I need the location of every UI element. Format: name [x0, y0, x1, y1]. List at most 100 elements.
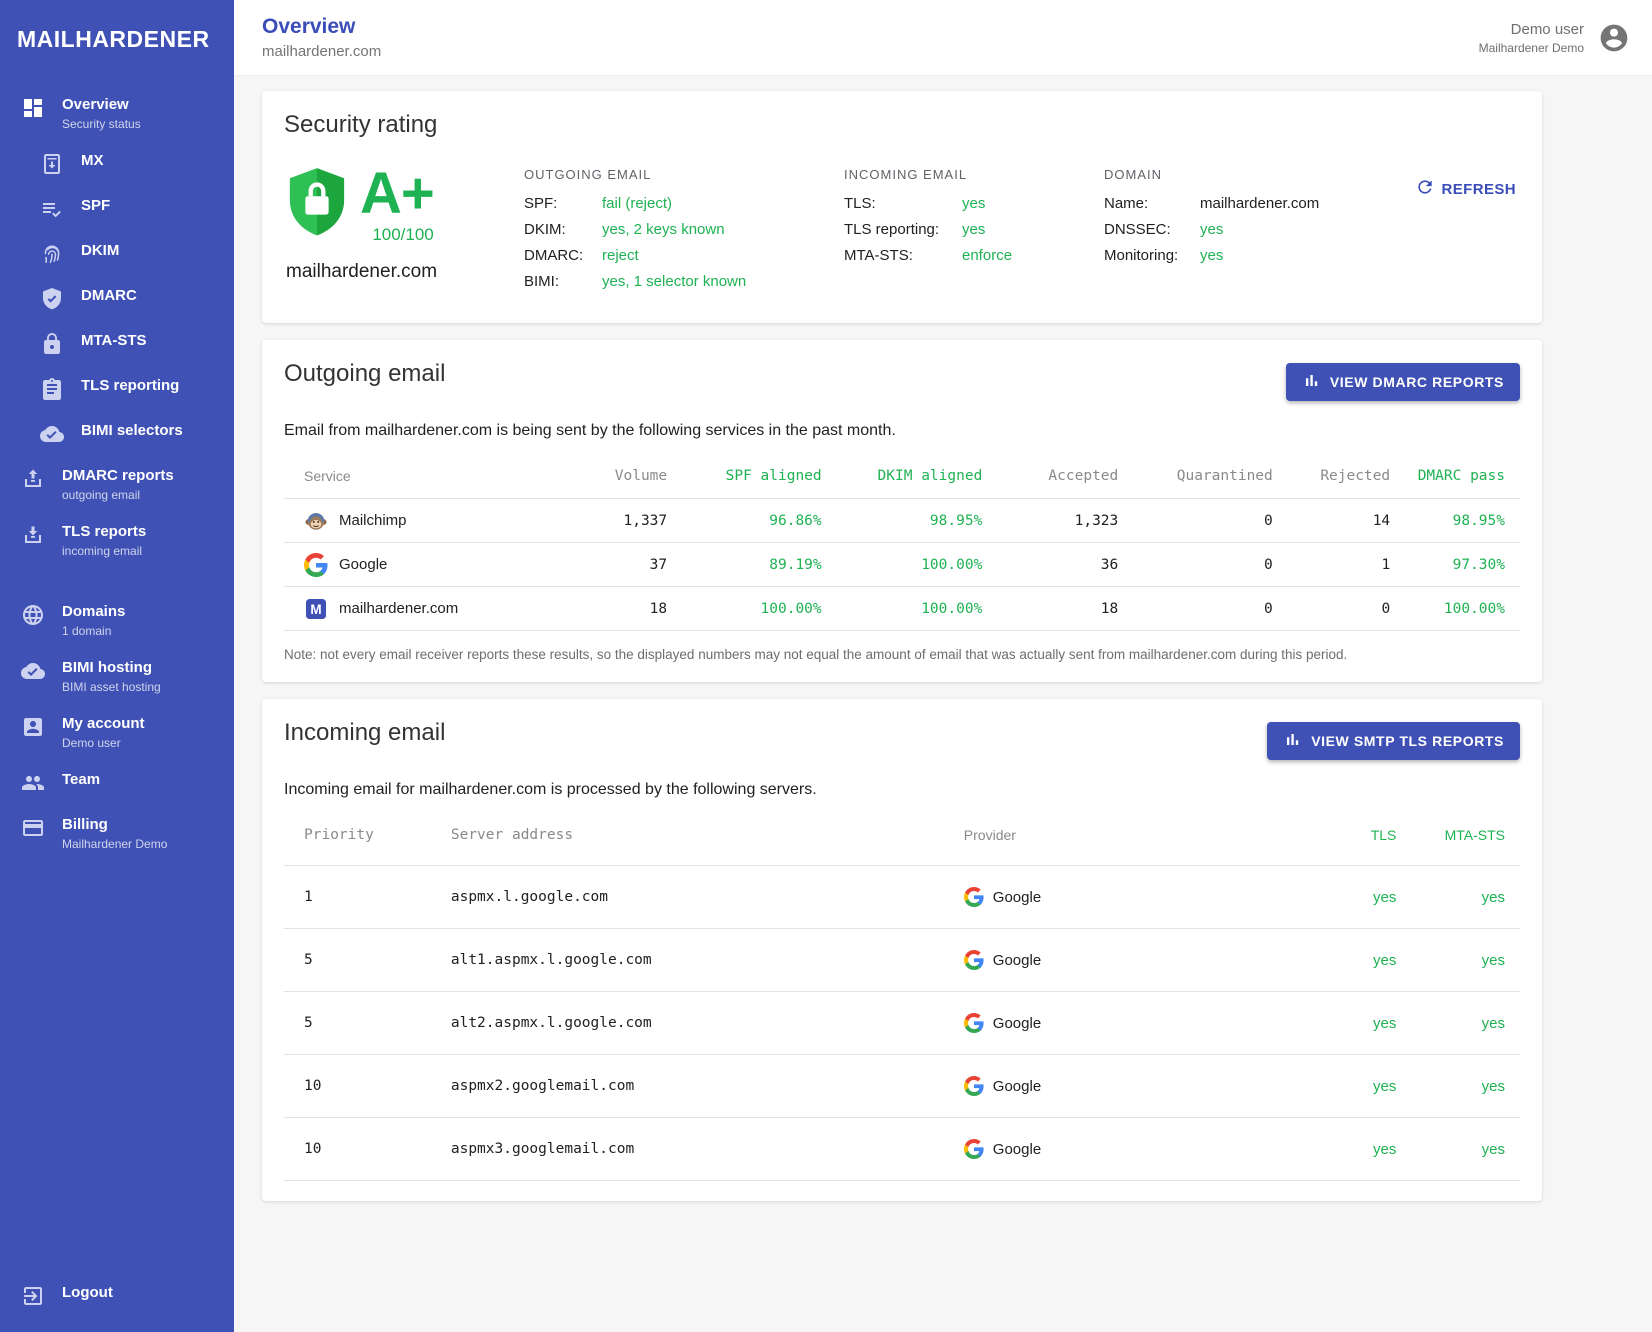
sidebar-item-text: TLS reportsincoming email	[62, 522, 146, 558]
google-icon	[304, 553, 328, 577]
column-header-provider: Provider	[964, 815, 1285, 866]
view-dmarc-reports-button[interactable]: VIEW DMARC REPORTS	[1286, 363, 1520, 401]
cell-priority: 10	[284, 1118, 451, 1181]
sidebar-item-spf[interactable]: SPF	[0, 186, 234, 231]
cell-server: aspmx2.googlemail.com	[451, 1055, 964, 1118]
sidebar-item-tls-reports[interactable]: TLS reportsincoming email	[0, 512, 234, 568]
sidebar-item-bimi-hosting[interactable]: BIMI hostingBIMI asset hosting	[0, 648, 234, 704]
security-domain: mailhardener.com	[286, 261, 524, 283]
sidebar-item-label: TLS reporting	[81, 376, 179, 396]
cell-dmarc_pass: 97.30%	[1390, 543, 1520, 587]
column-header-service: Service	[284, 456, 544, 499]
google-icon	[964, 950, 984, 970]
sidebar-item-bimi-selectors[interactable]: BIMI selectors	[0, 411, 234, 456]
sidebar-item-dmarc[interactable]: DMARC	[0, 276, 234, 321]
sidebar: MAILHARDENER OverviewSecurity statusMXSP…	[0, 0, 234, 1332]
sidebar-item-label: DMARC reports	[62, 466, 174, 486]
column-header-dmarc-pass: DMARC pass	[1390, 456, 1520, 499]
outbox-icon	[21, 467, 45, 491]
security-info-row: DMARC:reject	[524, 243, 844, 269]
info-value: yes, 2 keys known	[602, 217, 725, 243]
cell-spf_aligned: 100.00%	[667, 587, 822, 631]
shield-check-icon	[40, 287, 64, 311]
security-info-row: TLS reporting:yes	[844, 217, 1104, 243]
refresh-button[interactable]: REFRESH	[1415, 177, 1516, 201]
column-header-spf-aligned: SPF aligned	[667, 456, 822, 499]
bar-chart-icon	[1283, 730, 1302, 752]
cell-service: Mmailhardener.com	[284, 587, 544, 631]
sidebar-item-label: DKIM	[81, 241, 119, 261]
info-label: Monitoring:	[1104, 243, 1200, 269]
google-icon	[964, 887, 984, 907]
info-label: SPF:	[524, 191, 602, 217]
sidebar-item-my-account[interactable]: My accountDemo user	[0, 704, 234, 760]
sidebar-item-tls-reporting[interactable]: TLS reporting	[0, 366, 234, 411]
provider-text: Google	[993, 1141, 1041, 1158]
cloud-check-icon	[21, 659, 45, 683]
column-header-accepted: Accepted	[982, 456, 1118, 499]
sidebar-item-text: MX	[81, 151, 104, 171]
sidebar-item-text: DMARC	[81, 286, 137, 306]
sidebar-item-subtitle: Mailhardener Demo	[62, 837, 167, 851]
person-circle-icon[interactable]	[1598, 22, 1630, 54]
cell-rejected: 1	[1273, 543, 1390, 587]
incoming-email-table: PriorityServer addressProviderTLSMTA-STS…	[284, 815, 1520, 1181]
sidebar-item-text: DMARC reportsoutgoing email	[62, 466, 174, 502]
shield-lock-icon	[286, 167, 348, 237]
cell-volume: 1,337	[544, 499, 668, 543]
cell-server: aspmx3.googlemail.com	[451, 1118, 964, 1181]
sidebar-logout-section: Logout	[0, 1273, 234, 1318]
domain-heading: DOMAIN	[1104, 167, 1404, 182]
view-dmarc-reports-label: VIEW DMARC REPORTS	[1330, 374, 1504, 390]
security-info-row: MTA-STS:enforce	[844, 243, 1104, 269]
page-title: Overview	[262, 15, 381, 39]
sidebar-item-domains[interactable]: Domains1 domain	[0, 592, 234, 648]
sidebar-nav: OverviewSecurity status MX SPF DKIM DMARC MTA…	[0, 85, 234, 861]
sidebar-item-logout[interactable]: Logout	[0, 1273, 234, 1318]
bar-chart-icon	[1302, 371, 1321, 393]
cell-quarantined: 0	[1118, 587, 1273, 631]
outgoing-email-card: Outgoing email VIEW DMARC REPORTS Email …	[262, 340, 1542, 682]
people-icon	[21, 771, 45, 795]
sidebar-item-label: TLS reports	[62, 522, 146, 542]
sidebar-item-text: BIMI hostingBIMI asset hosting	[62, 658, 161, 694]
sidebar-item-team[interactable]: Team	[0, 760, 234, 805]
sidebar-item-dmarc-reports[interactable]: DMARC reportsoutgoing email	[0, 456, 234, 512]
sidebar-item-text: SPF	[81, 196, 110, 216]
info-value: enforce	[962, 243, 1012, 269]
incoming-email-summary: INCOMING EMAILTLS:yesTLS reporting:yesMT…	[844, 167, 1104, 295]
info-value: yes	[1200, 243, 1223, 269]
cell-dmarc_pass: 100.00%	[1390, 587, 1520, 631]
lock-icon	[40, 332, 64, 356]
provider-text: Google	[993, 1015, 1041, 1032]
top-header: Overview mailhardener.com Demo user Mail…	[234, 0, 1652, 76]
sidebar-item-text: MTA-STS	[81, 331, 147, 351]
cell-accepted: 18	[982, 587, 1118, 631]
page-subtitle: mailhardener.com	[262, 43, 381, 60]
cell-dkim_aligned: 98.95%	[822, 499, 983, 543]
user-menu: Demo user Mailhardener Demo	[1479, 21, 1630, 55]
view-smtp-tls-reports-label: VIEW SMTP TLS REPORTS	[1311, 733, 1504, 749]
view-smtp-tls-reports-button[interactable]: VIEW SMTP TLS REPORTS	[1267, 722, 1520, 760]
sidebar-item-billing[interactable]: BillingMailhardener Demo	[0, 805, 234, 861]
sidebar-item-mta-sts[interactable]: MTA-STS	[0, 321, 234, 366]
cell-rejected: 0	[1273, 587, 1390, 631]
sidebar-item-overview[interactable]: OverviewSecurity status	[0, 85, 234, 141]
sidebar-item-mx[interactable]: MX	[0, 141, 234, 186]
sidebar-item-dkim[interactable]: DKIM	[0, 231, 234, 276]
info-label: Name:	[1104, 191, 1200, 217]
cell-spf_aligned: 96.86%	[667, 499, 822, 543]
sidebar-item-label: BIMI hosting	[62, 658, 161, 678]
table-row: 5alt1.aspmx.l.google.comGoogleyesyes	[284, 929, 1520, 992]
sidebar-item-text: OverviewSecurity status	[62, 95, 141, 131]
user-name: Demo user	[1479, 21, 1584, 38]
info-value: fail (reject)	[602, 191, 672, 217]
cell-accepted: 36	[982, 543, 1118, 587]
info-value: yes	[962, 217, 985, 243]
security-info-row: Monitoring:yes	[1104, 243, 1404, 269]
cell-service: Google	[284, 543, 544, 587]
table-row: 1aspmx.l.google.comGoogleyesyes	[284, 866, 1520, 929]
cell-provider: Google	[964, 929, 1285, 992]
globe-icon	[21, 603, 45, 627]
cell-mta_sts: yes	[1396, 866, 1520, 929]
